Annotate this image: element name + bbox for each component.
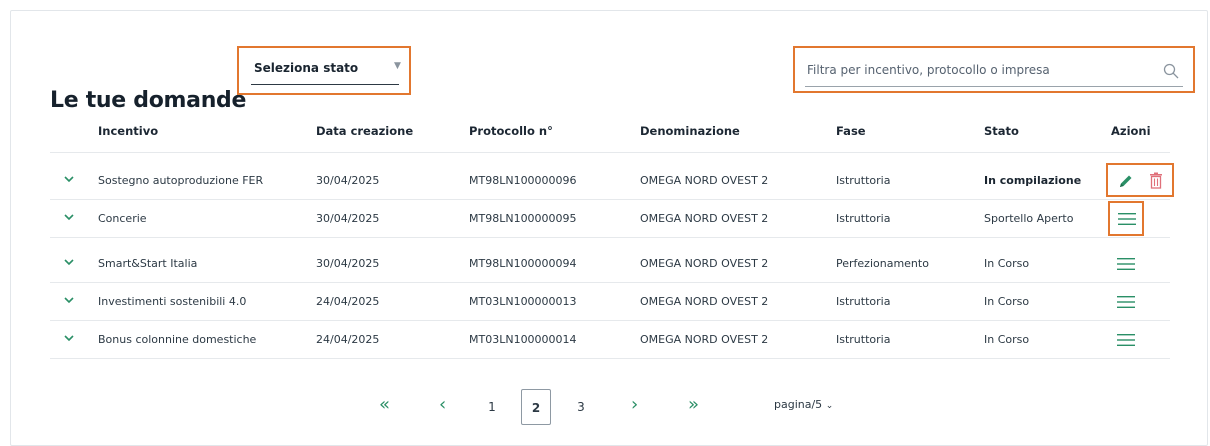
- chevron-down-icon: ⌄: [825, 401, 834, 411]
- chevron-down-icon[interactable]: [63, 256, 75, 268]
- row-actions: [1108, 201, 1144, 236]
- cell-denominazione: OMEGA NORD OVEST 2: [640, 212, 769, 225]
- cell-data: 24/04/2025: [316, 295, 380, 308]
- page-title: Le tue domande: [50, 88, 247, 113]
- cell-stato: Sportello Aperto: [984, 212, 1074, 225]
- cell-protocollo: MT03LN100000013: [469, 295, 577, 308]
- page-size-label: pagina/5: [774, 398, 823, 411]
- row-actions: [1106, 163, 1174, 197]
- cell-protocollo: MT98LN100000096: [469, 174, 577, 187]
- column-header-protocollo: Protocollo n°: [469, 124, 553, 138]
- cell-fase: Istruttoria: [836, 333, 891, 346]
- cell-fase: Istruttoria: [836, 295, 891, 308]
- cell-denominazione: OMEGA NORD OVEST 2: [640, 174, 769, 187]
- page-button-1[interactable]: 1: [477, 389, 507, 425]
- column-header-incentivo: Incentivo: [98, 124, 159, 138]
- list-icon[interactable]: [1117, 257, 1135, 271]
- page-button-2[interactable]: 2: [521, 389, 551, 425]
- table-row: Concerie 30/04/2025 MT98LN100000095 OMEG…: [50, 200, 1170, 238]
- cell-protocollo: MT98LN100000094: [469, 257, 577, 270]
- cell-stato: In compilazione: [984, 174, 1082, 187]
- chevron-down-icon[interactable]: [63, 173, 75, 185]
- search-icon[interactable]: [1163, 63, 1179, 79]
- caret-down-icon: ▼: [394, 61, 401, 71]
- first-page-button[interactable]: «: [379, 394, 390, 415]
- column-header-azioni: Azioni: [1111, 124, 1151, 138]
- cell-protocollo: MT98LN100000095: [469, 212, 577, 225]
- table-row: Investimenti sostenibili 4.0 24/04/2025 …: [50, 283, 1170, 321]
- table-row: Bonus colonnine domestiche 24/04/2025 MT…: [50, 321, 1170, 359]
- cell-incentivo: Sostegno autoproduzione FER: [98, 174, 264, 187]
- search-input[interactable]: [807, 60, 1151, 80]
- trash-icon[interactable]: [1149, 172, 1163, 189]
- list-icon[interactable]: [1117, 333, 1135, 347]
- cell-data: 30/04/2025: [316, 212, 380, 225]
- page-button-3[interactable]: 3: [566, 389, 596, 425]
- table-row: Smart&Start Italia 30/04/2025 MT98LN1000…: [50, 245, 1170, 283]
- cell-stato: In Corso: [984, 257, 1030, 270]
- next-page-button[interactable]: ›: [631, 394, 638, 415]
- table-row: Sostegno autoproduzione FER 30/04/2025 M…: [50, 162, 1170, 200]
- status-select[interactable]: Seleziona stato ▼: [237, 46, 411, 95]
- search-field: [793, 46, 1195, 93]
- chevron-down-icon[interactable]: [63, 211, 75, 223]
- cell-data: 30/04/2025: [316, 174, 380, 187]
- cell-data: 30/04/2025: [316, 257, 380, 270]
- page-size-select[interactable]: pagina/5 ⌄: [774, 398, 833, 411]
- edit-icon[interactable]: [1118, 173, 1134, 189]
- cell-incentivo: Investimenti sostenibili 4.0: [98, 295, 247, 308]
- column-header-data-creazione: Data creazione: [316, 124, 414, 138]
- cell-incentivo: Concerie: [98, 212, 147, 225]
- chevron-down-icon[interactable]: [63, 332, 75, 344]
- column-header-stato: Stato: [984, 124, 1019, 138]
- cell-fase: Istruttoria: [836, 174, 891, 187]
- column-header-denominazione: Denominazione: [640, 124, 740, 138]
- cell-stato: In Corso: [984, 295, 1030, 308]
- column-header-fase: Fase: [836, 124, 866, 138]
- chevron-down-icon[interactable]: [63, 294, 75, 306]
- last-page-button[interactable]: »: [688, 394, 699, 415]
- cell-fase: Perfezionamento: [836, 257, 929, 270]
- cell-denominazione: OMEGA NORD OVEST 2: [640, 295, 769, 308]
- cell-incentivo: Smart&Start Italia: [98, 257, 198, 270]
- cell-fase: Istruttoria: [836, 212, 891, 225]
- cell-denominazione: OMEGA NORD OVEST 2: [640, 257, 769, 270]
- cell-denominazione: OMEGA NORD OVEST 2: [640, 333, 769, 346]
- previous-page-button[interactable]: ‹: [439, 394, 446, 415]
- cell-protocollo: MT03LN100000014: [469, 333, 577, 346]
- list-icon[interactable]: [1118, 212, 1136, 226]
- list-icon[interactable]: [1117, 295, 1135, 309]
- cell-data: 24/04/2025: [316, 333, 380, 346]
- cell-stato: In Corso: [984, 333, 1030, 346]
- cell-incentivo: Bonus colonnine domestiche: [98, 333, 257, 346]
- status-select-value: Seleziona stato: [254, 61, 359, 75]
